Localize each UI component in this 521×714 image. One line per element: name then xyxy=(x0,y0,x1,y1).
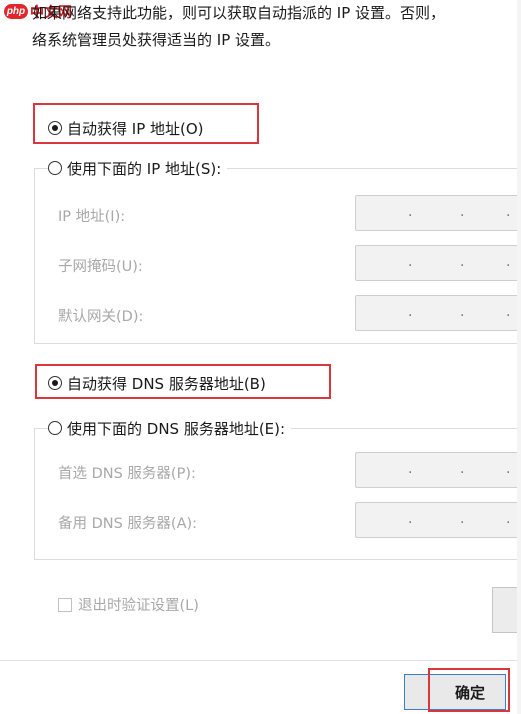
description-line-2: 络系统管理员处获得适当的 IP 设置。 xyxy=(32,31,281,49)
radio-manual-dns-label: 使用下面的 DNS 服务器地址(E): xyxy=(67,419,286,438)
octet-separator: . xyxy=(408,461,413,477)
validate-on-exit-label: 退出时验证设置(L) xyxy=(78,598,199,614)
radio-manual-dns[interactable]: 使用下面的 DNS 服务器地址(E): xyxy=(48,417,292,439)
octet-separator: . xyxy=(460,204,465,220)
alternate-dns-input[interactable]: . . . xyxy=(355,502,521,538)
footer-divider xyxy=(0,660,521,661)
default-gateway-input[interactable]: . . . xyxy=(355,295,521,331)
description-line-1: 如果网络支持此功能，则可以获取自动指派的 IP 设置。否则， xyxy=(32,4,446,22)
radio-button-icon[interactable] xyxy=(48,376,62,390)
octet-separator: . xyxy=(460,254,465,270)
preferred-dns-input[interactable]: . . . xyxy=(355,452,521,488)
radio-button-icon[interactable] xyxy=(48,421,62,435)
radio-button-icon[interactable] xyxy=(48,161,62,175)
radio-button-icon[interactable] xyxy=(48,121,62,135)
validate-on-exit[interactable]: 退出时验证设置(L) xyxy=(58,594,199,615)
octet-separator: . xyxy=(408,254,413,270)
octet-separator: . xyxy=(408,304,413,320)
dns-groupbox xyxy=(34,428,521,560)
preferred-dns-label: 首选 DNS 服务器(P): xyxy=(58,466,196,482)
octet-separator: . xyxy=(506,511,511,527)
radio-manual-ip[interactable]: 使用下面的 IP 地址(S): xyxy=(48,157,228,179)
radio-manual-ip-label: 使用下面的 IP 地址(S): xyxy=(67,159,222,178)
octet-separator: . xyxy=(460,511,465,527)
octet-separator: . xyxy=(460,304,465,320)
alternate-dns-label: 备用 DNS 服务器(A): xyxy=(58,516,198,532)
default-gateway-label: 默认网关(D): xyxy=(58,309,144,325)
radio-auto-ip-label: 自动获得 IP 地址(O) xyxy=(67,119,204,138)
octet-separator: . xyxy=(408,204,413,220)
checkbox-icon[interactable] xyxy=(58,597,72,612)
octet-separator: . xyxy=(408,511,413,527)
radio-auto-dns-label: 自动获得 DNS 服务器地址(B) xyxy=(67,374,266,393)
window-edge xyxy=(517,0,521,714)
octet-separator: . xyxy=(506,204,511,220)
radio-auto-ip[interactable]: 自动获得 IP 地址(O) xyxy=(48,117,210,139)
octet-separator: . xyxy=(460,461,465,477)
highlight-ok-button xyxy=(428,668,510,712)
ip-address-label: IP 地址(I): xyxy=(58,209,126,225)
ip-address-input[interactable]: . . . xyxy=(355,195,521,231)
subnet-mask-label: 子网掩码(U): xyxy=(58,259,143,275)
radio-auto-dns[interactable]: 自动获得 DNS 服务器地址(B) xyxy=(48,372,272,394)
octet-separator: . xyxy=(506,461,511,477)
octet-separator: . xyxy=(506,304,511,320)
subnet-mask-input[interactable]: . . . xyxy=(355,245,521,281)
watermark-badge: php xyxy=(4,4,28,19)
octet-separator: . xyxy=(506,254,511,270)
